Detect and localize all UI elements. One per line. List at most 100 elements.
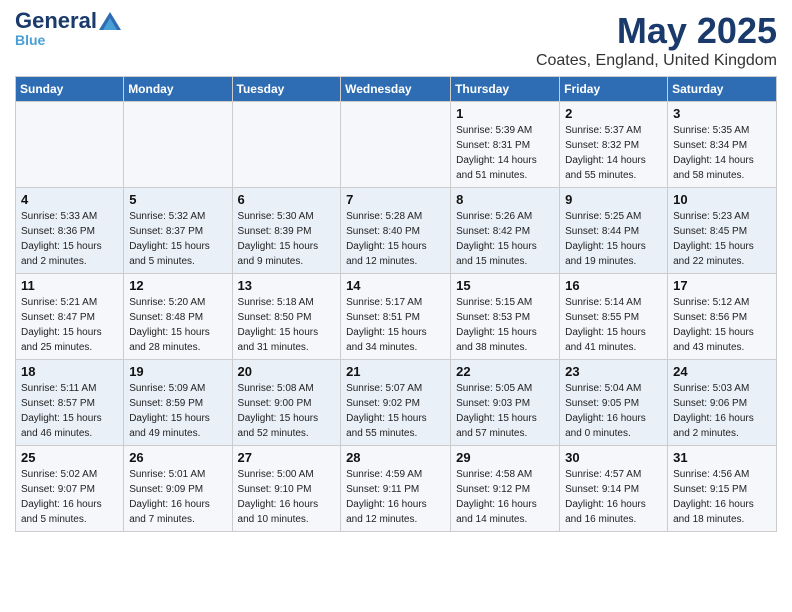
day-number: 28	[346, 450, 445, 465]
day-number: 10	[673, 192, 771, 207]
calendar-cell: 13 Sunrise: 5:18 AM Sunset: 8:50 PM Dayli…	[232, 274, 341, 360]
day-number: 17	[673, 278, 771, 293]
calendar-cell: 9 Sunrise: 5:25 AM Sunset: 8:44 PM Daylig…	[560, 188, 668, 274]
day-info: Sunrise: 4:59 AM Sunset: 9:11 PM Dayligh…	[346, 467, 445, 527]
day-info: Sunrise: 5:33 AM Sunset: 8:36 PM Dayligh…	[21, 209, 118, 269]
day-number: 25	[21, 450, 118, 465]
day-info: Sunrise: 5:17 AM Sunset: 8:51 PM Dayligh…	[346, 295, 445, 355]
calendar-cell	[16, 102, 124, 188]
calendar-cell: 20 Sunrise: 5:08 AM Sunset: 9:00 PM Dayli…	[232, 360, 341, 446]
calendar-cell: 15Sunrise: 5:15 AM Sunset: 8:53 PM Dayli…	[451, 274, 560, 360]
day-info: Sunrise: 5:05 AM Sunset: 9:03 PM Dayligh…	[456, 381, 554, 441]
day-number: 13	[238, 278, 336, 293]
day-number: 3	[673, 106, 771, 121]
calendar-cell: 25Sunrise: 5:02 AM Sunset: 9:07 PM Dayli…	[16, 446, 124, 532]
day-number: 30	[565, 450, 662, 465]
day-number: 1	[456, 106, 554, 121]
calendar-cell: 31 Sunrise: 4:56 AM Sunset: 9:15 PM Dayli…	[668, 446, 777, 532]
calendar-cell: 26 Sunrise: 5:01 AM Sunset: 9:09 PM Dayli…	[124, 446, 232, 532]
calendar-cell: 14 Sunrise: 5:17 AM Sunset: 8:51 PM Dayli…	[341, 274, 451, 360]
calendar-cell: 12Sunrise: 5:20 AM Sunset: 8:48 PM Dayli…	[124, 274, 232, 360]
day-info: Sunrise: 5:01 AM Sunset: 9:09 PM Dayligh…	[129, 467, 226, 527]
logo-general: General	[15, 10, 97, 32]
calendar-cell: 5 Sunrise: 5:32 AM Sunset: 8:37 PM Daylig…	[124, 188, 232, 274]
day-number: 4	[21, 192, 118, 207]
calendar-cell: 18 Sunrise: 5:11 AM Sunset: 8:57 PM Dayli…	[16, 360, 124, 446]
week-row-5: 25Sunrise: 5:02 AM Sunset: 9:07 PM Dayli…	[16, 446, 777, 532]
calendar-cell	[341, 102, 451, 188]
calendar-cell: 6Sunrise: 5:30 AM Sunset: 8:39 PM Daylig…	[232, 188, 341, 274]
dow-thursday: Thursday	[451, 77, 560, 102]
day-number: 29	[456, 450, 554, 465]
day-number: 24	[673, 364, 771, 379]
calendar-cell: 8 Sunrise: 5:26 AM Sunset: 8:42 PM Daylig…	[451, 188, 560, 274]
day-number: 6	[238, 192, 336, 207]
dow-saturday: Saturday	[668, 77, 777, 102]
day-number: 8	[456, 192, 554, 207]
day-info: Sunrise: 5:04 AM Sunset: 9:05 PM Dayligh…	[565, 381, 662, 441]
day-of-week-header: SundayMondayTuesdayWednesdayThursdayFrid…	[16, 77, 777, 102]
calendar-title: May 2025	[536, 10, 777, 52]
calendar-cell: 24Sunrise: 5:03 AM Sunset: 9:06 PM Dayli…	[668, 360, 777, 446]
day-number: 21	[346, 364, 445, 379]
day-number: 16	[565, 278, 662, 293]
day-number: 5	[129, 192, 226, 207]
calendar-cell	[232, 102, 341, 188]
day-info: Sunrise: 5:26 AM Sunset: 8:42 PM Dayligh…	[456, 209, 554, 269]
calendar-cell: 3Sunrise: 5:35 AM Sunset: 8:34 PM Daylig…	[668, 102, 777, 188]
calendar-cell: 22 Sunrise: 5:05 AM Sunset: 9:03 PM Dayli…	[451, 360, 560, 446]
dow-sunday: Sunday	[16, 77, 124, 102]
week-row-4: 18 Sunrise: 5:11 AM Sunset: 8:57 PM Dayli…	[16, 360, 777, 446]
calendar-cell: 16 Sunrise: 5:14 AM Sunset: 8:55 PM Dayli…	[560, 274, 668, 360]
day-info: Sunrise: 5:37 AM Sunset: 8:32 PM Dayligh…	[565, 123, 662, 183]
title-block: May 2025 Coates, England, United Kingdom	[536, 10, 777, 70]
day-info: Sunrise: 5:18 AM Sunset: 8:50 PM Dayligh…	[238, 295, 336, 355]
day-number: 14	[346, 278, 445, 293]
day-info: Sunrise: 5:23 AM Sunset: 8:45 PM Dayligh…	[673, 209, 771, 269]
day-info: Sunrise: 4:58 AM Sunset: 9:12 PM Dayligh…	[456, 467, 554, 527]
day-number: 2	[565, 106, 662, 121]
day-number: 22	[456, 364, 554, 379]
dow-friday: Friday	[560, 77, 668, 102]
day-info: Sunrise: 5:14 AM Sunset: 8:55 PM Dayligh…	[565, 295, 662, 355]
day-number: 31	[673, 450, 771, 465]
calendar-cell: 27 Sunrise: 5:00 AM Sunset: 9:10 PM Dayli…	[232, 446, 341, 532]
day-info: Sunrise: 4:56 AM Sunset: 9:15 PM Dayligh…	[673, 467, 771, 527]
logo: General Blue	[15, 10, 121, 48]
day-info: Sunrise: 5:12 AM Sunset: 8:56 PM Dayligh…	[673, 295, 771, 355]
day-number: 19	[129, 364, 226, 379]
day-info: Sunrise: 5:07 AM Sunset: 9:02 PM Dayligh…	[346, 381, 445, 441]
day-info: Sunrise: 5:09 AM Sunset: 8:59 PM Dayligh…	[129, 381, 226, 441]
week-row-2: 4 Sunrise: 5:33 AM Sunset: 8:36 PM Daylig…	[16, 188, 777, 274]
day-info: Sunrise: 5:25 AM Sunset: 8:44 PM Dayligh…	[565, 209, 662, 269]
calendar-cell: 21 Sunrise: 5:07 AM Sunset: 9:02 PM Dayli…	[341, 360, 451, 446]
day-info: Sunrise: 4:57 AM Sunset: 9:14 PM Dayligh…	[565, 467, 662, 527]
calendar-cell: 7 Sunrise: 5:28 AM Sunset: 8:40 PM Daylig…	[341, 188, 451, 274]
calendar-cell: 28 Sunrise: 4:59 AM Sunset: 9:11 PM Dayli…	[341, 446, 451, 532]
calendar-cell: 10 Sunrise: 5:23 AM Sunset: 8:45 PM Dayli…	[668, 188, 777, 274]
day-info: Sunrise: 5:00 AM Sunset: 9:10 PM Dayligh…	[238, 467, 336, 527]
logo-icon	[99, 12, 121, 30]
day-number: 18	[21, 364, 118, 379]
day-info: Sunrise: 5:11 AM Sunset: 8:57 PM Dayligh…	[21, 381, 118, 441]
calendar-table: SundayMondayTuesdayWednesdayThursdayFrid…	[15, 76, 777, 532]
day-info: Sunrise: 5:08 AM Sunset: 9:00 PM Dayligh…	[238, 381, 336, 441]
day-number: 20	[238, 364, 336, 379]
day-info: Sunrise: 5:39 AM Sunset: 8:31 PM Dayligh…	[456, 123, 554, 183]
dow-tuesday: Tuesday	[232, 77, 341, 102]
dow-monday: Monday	[124, 77, 232, 102]
page-header: General Blue May 2025 Coates, England, U…	[15, 10, 777, 70]
day-info: Sunrise: 5:32 AM Sunset: 8:37 PM Dayligh…	[129, 209, 226, 269]
calendar-cell	[124, 102, 232, 188]
calendar-cell: 23 Sunrise: 5:04 AM Sunset: 9:05 PM Dayli…	[560, 360, 668, 446]
day-number: 7	[346, 192, 445, 207]
calendar-cell: 19 Sunrise: 5:09 AM Sunset: 8:59 PM Dayli…	[124, 360, 232, 446]
day-number: 26	[129, 450, 226, 465]
day-number: 23	[565, 364, 662, 379]
day-info: Sunrise: 5:28 AM Sunset: 8:40 PM Dayligh…	[346, 209, 445, 269]
logo-blue: Blue	[15, 32, 45, 48]
day-number: 9	[565, 192, 662, 207]
calendar-cell: 29 Sunrise: 4:58 AM Sunset: 9:12 PM Dayli…	[451, 446, 560, 532]
day-number: 27	[238, 450, 336, 465]
calendar-cell: 2 Sunrise: 5:37 AM Sunset: 8:32 PM Daylig…	[560, 102, 668, 188]
